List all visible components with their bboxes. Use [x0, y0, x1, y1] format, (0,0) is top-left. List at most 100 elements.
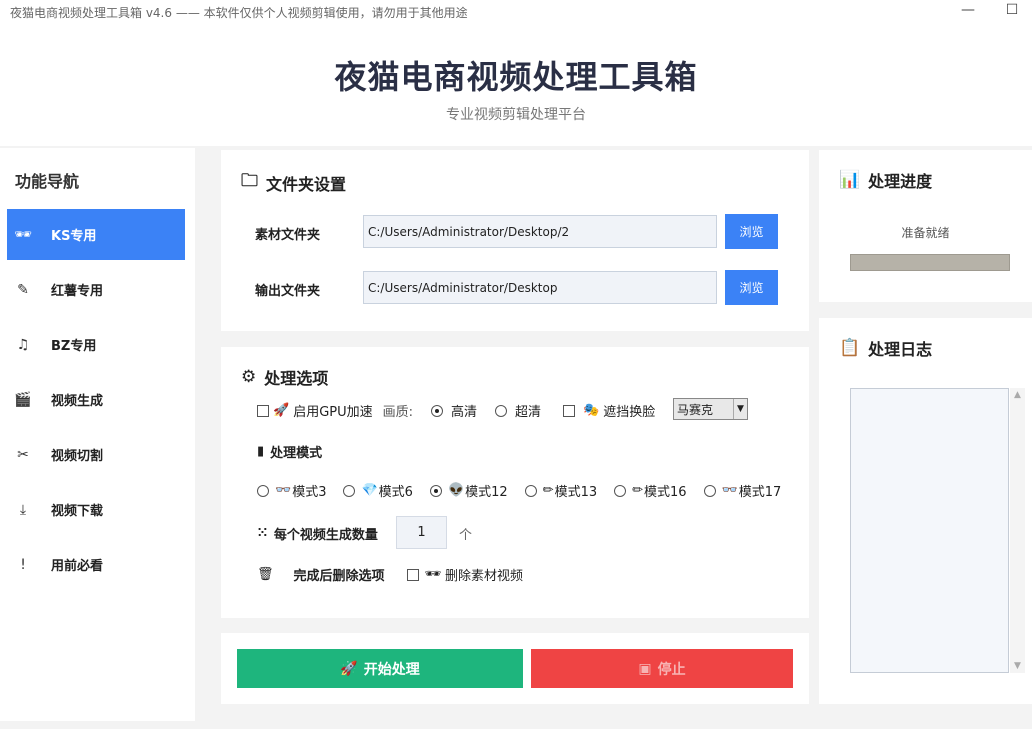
quality-uhd-label: 超清 — [515, 405, 542, 420]
clapper-icon: 🎬 — [14, 391, 32, 408]
log-textarea[interactable] — [850, 388, 1009, 673]
diamond-icon: 💎 — [361, 483, 378, 498]
mode-options-row: 👓 模式3 💎 模式6 👽 模式12 ✏ 模式13 ✏ 模式16 👓 模式17 — [257, 481, 781, 500]
sidebar-item-label: 红薯专用 — [51, 284, 104, 299]
count-row: ⁙ 每个视频生成数量 — [257, 524, 378, 543]
eraser-icon: ✎ — [17, 281, 29, 298]
sidebar-item-redbook[interactable]: ✎ 红薯专用 — [7, 264, 185, 315]
sidebar-item-label: KS专用 — [51, 229, 97, 244]
start-button[interactable]: 🚀 开始处理 — [237, 649, 523, 688]
sidebar-item-label: 视频切割 — [51, 449, 104, 464]
mode13-radio[interactable] — [524, 484, 537, 497]
source-browse-button[interactable]: 浏览 — [725, 214, 778, 249]
trash-icon: 🗑 — [257, 567, 274, 582]
scroll-up-icon[interactable]: ▲ — [1010, 390, 1025, 400]
rocket-icon: 🚀 — [273, 403, 290, 418]
stop-label: 停止 — [657, 661, 686, 678]
exclamation-icon: ! — [20, 556, 26, 573]
sidebar-item-video-download[interactable]: ⤓ 视频下载 — [7, 484, 185, 535]
output-folder-label: 输出文件夹 — [255, 284, 321, 299]
quality-hd-radio[interactable] — [431, 404, 444, 417]
clipboard-icon: 📋 — [839, 338, 861, 358]
glasses-icon: 🕶 — [424, 567, 442, 582]
progress-title: 📊 处理进度 — [839, 168, 932, 192]
mode16-label: 模式16 — [644, 485, 687, 500]
mode3-label: 模式3 — [292, 485, 327, 500]
count-input[interactable]: 1 — [396, 516, 447, 549]
download-icon: ⤓ — [19, 501, 27, 518]
mode-title: 处理模式 — [270, 446, 323, 461]
sidebar-item-label: 视频生成 — [51, 394, 104, 409]
gpu-label: 启用GPU加速 — [293, 405, 373, 420]
log-heading: 处理日志 — [868, 340, 933, 359]
sidebar-item-bz[interactable]: ♫ BZ专用 — [7, 319, 185, 370]
quality-label: 画质: — [382, 405, 414, 420]
delete-source-checkbox[interactable] — [406, 568, 419, 581]
quality-hd-label: 高清 — [451, 405, 478, 420]
rocket-icon: 🚀 — [340, 660, 358, 677]
mode6-label: 模式6 — [378, 485, 413, 500]
mode6-radio[interactable] — [343, 484, 356, 497]
sidebar-item-ks[interactable]: 🕶 KS专用 — [7, 209, 185, 260]
actions-panel: 🚀 开始处理 ▣ 停止 — [221, 633, 809, 704]
folder-settings-title: 🗀 文件夹设置 — [241, 168, 346, 197]
mode3-radio[interactable] — [257, 484, 269, 497]
scissors-icon: ✂ — [17, 446, 29, 463]
source-folder-label: 素材文件夹 — [255, 228, 321, 243]
mode17-radio[interactable] — [703, 484, 716, 497]
alien-icon: 👽 — [447, 483, 465, 498]
count-unit: 个 — [459, 528, 473, 543]
folder-settings-heading: 文件夹设置 — [266, 174, 347, 194]
progress-heading: 处理进度 — [868, 172, 933, 191]
title-bar: 夜猫电商视频处理工具箱 v4.6 —— 本软件仅供个人视频剪辑使用，请勿用于其他… — [0, 0, 1032, 24]
progress-bar — [850, 254, 1010, 271]
minimize-button[interactable]: — — [958, 2, 978, 18]
folder-icon: 🗀 — [241, 171, 258, 191]
glasses-icon: 👓 — [721, 483, 738, 498]
options-row-gpu: 🚀 启用GPU加速 画质: 高清 超清 🎭 遮挡换脸 — [257, 401, 655, 420]
quality-uhd-radio[interactable] — [495, 404, 508, 417]
glasses-icon: 🕶 — [14, 226, 32, 243]
sidebar-title: 功能导航 — [15, 172, 80, 191]
mode-icon: ▮ — [257, 444, 265, 459]
stop-button[interactable]: ▣ 停止 — [531, 649, 793, 688]
maximize-button[interactable]: ☐ — [1002, 2, 1022, 18]
start-label: 开始处理 — [363, 661, 420, 678]
pencil-icon: ✏ — [632, 483, 644, 498]
mode12-label: 模式12 — [465, 485, 508, 500]
delete-row: 🗑 完成后删除选项 🕶 删除素材视频 — [257, 565, 523, 584]
sidebar: 功能导航 🕶 KS专用 ✎ 红薯专用 ♫ BZ专用 🎬 视频生成 ✂ 视频切割 … — [0, 148, 195, 721]
output-browse-button[interactable]: 浏览 — [725, 270, 778, 305]
sidebar-item-video-cut[interactable]: ✂ 视频切割 — [7, 429, 185, 480]
mode13-label: 模式13 — [554, 485, 598, 500]
stop-icon: ▣ — [638, 660, 652, 677]
delete-title: 完成后删除选项 — [293, 569, 385, 584]
mask-label: 遮挡换脸 — [603, 405, 656, 420]
log-panel: 📋 处理日志 ▲ ▼ — [819, 318, 1032, 704]
app-subtitle: 专业视频剪辑处理平台 — [446, 107, 586, 123]
progress-panel: 📊 处理进度 准备就绪 — [819, 150, 1032, 302]
mode12-radio[interactable] — [429, 484, 442, 497]
glasses-icon: 👓 — [275, 483, 292, 498]
mode16-radio[interactable] — [614, 484, 627, 497]
mask-icon: 🎭 — [583, 403, 600, 418]
log-scrollbar[interactable]: ▲ ▼ — [1010, 388, 1025, 673]
count-label: 每个视频生成数量 — [273, 528, 378, 543]
mode17-label: 模式17 — [738, 485, 782, 500]
sidebar-item-video-generate[interactable]: 🎬 视频生成 — [7, 374, 185, 425]
sidebar-item-read-first[interactable]: ! 用前必看 — [7, 539, 185, 590]
gpu-checkbox[interactable] — [257, 404, 269, 417]
sidebar-item-label: 视频下载 — [51, 504, 104, 519]
grid-icon: ⁙ — [257, 526, 268, 541]
music-icon: ♫ — [16, 336, 30, 353]
chart-icon: 📊 — [839, 170, 861, 190]
mask-type-value: 马赛克 — [677, 402, 714, 417]
log-title: 📋 处理日志 — [839, 336, 932, 360]
sidebar-item-label: 用前必看 — [51, 559, 104, 574]
mask-type-select[interactable]: 马赛克 ▼ — [673, 398, 748, 420]
output-folder-input[interactable] — [363, 271, 717, 304]
scroll-down-icon[interactable]: ▼ — [1010, 661, 1025, 671]
processing-options-panel: ⚙ 处理选项 🚀 启用GPU加速 画质: 高清 超清 🎭 遮挡换脸 马赛克 ▼ … — [221, 347, 809, 618]
mask-checkbox[interactable] — [563, 404, 576, 417]
source-folder-input[interactable] — [363, 215, 717, 248]
